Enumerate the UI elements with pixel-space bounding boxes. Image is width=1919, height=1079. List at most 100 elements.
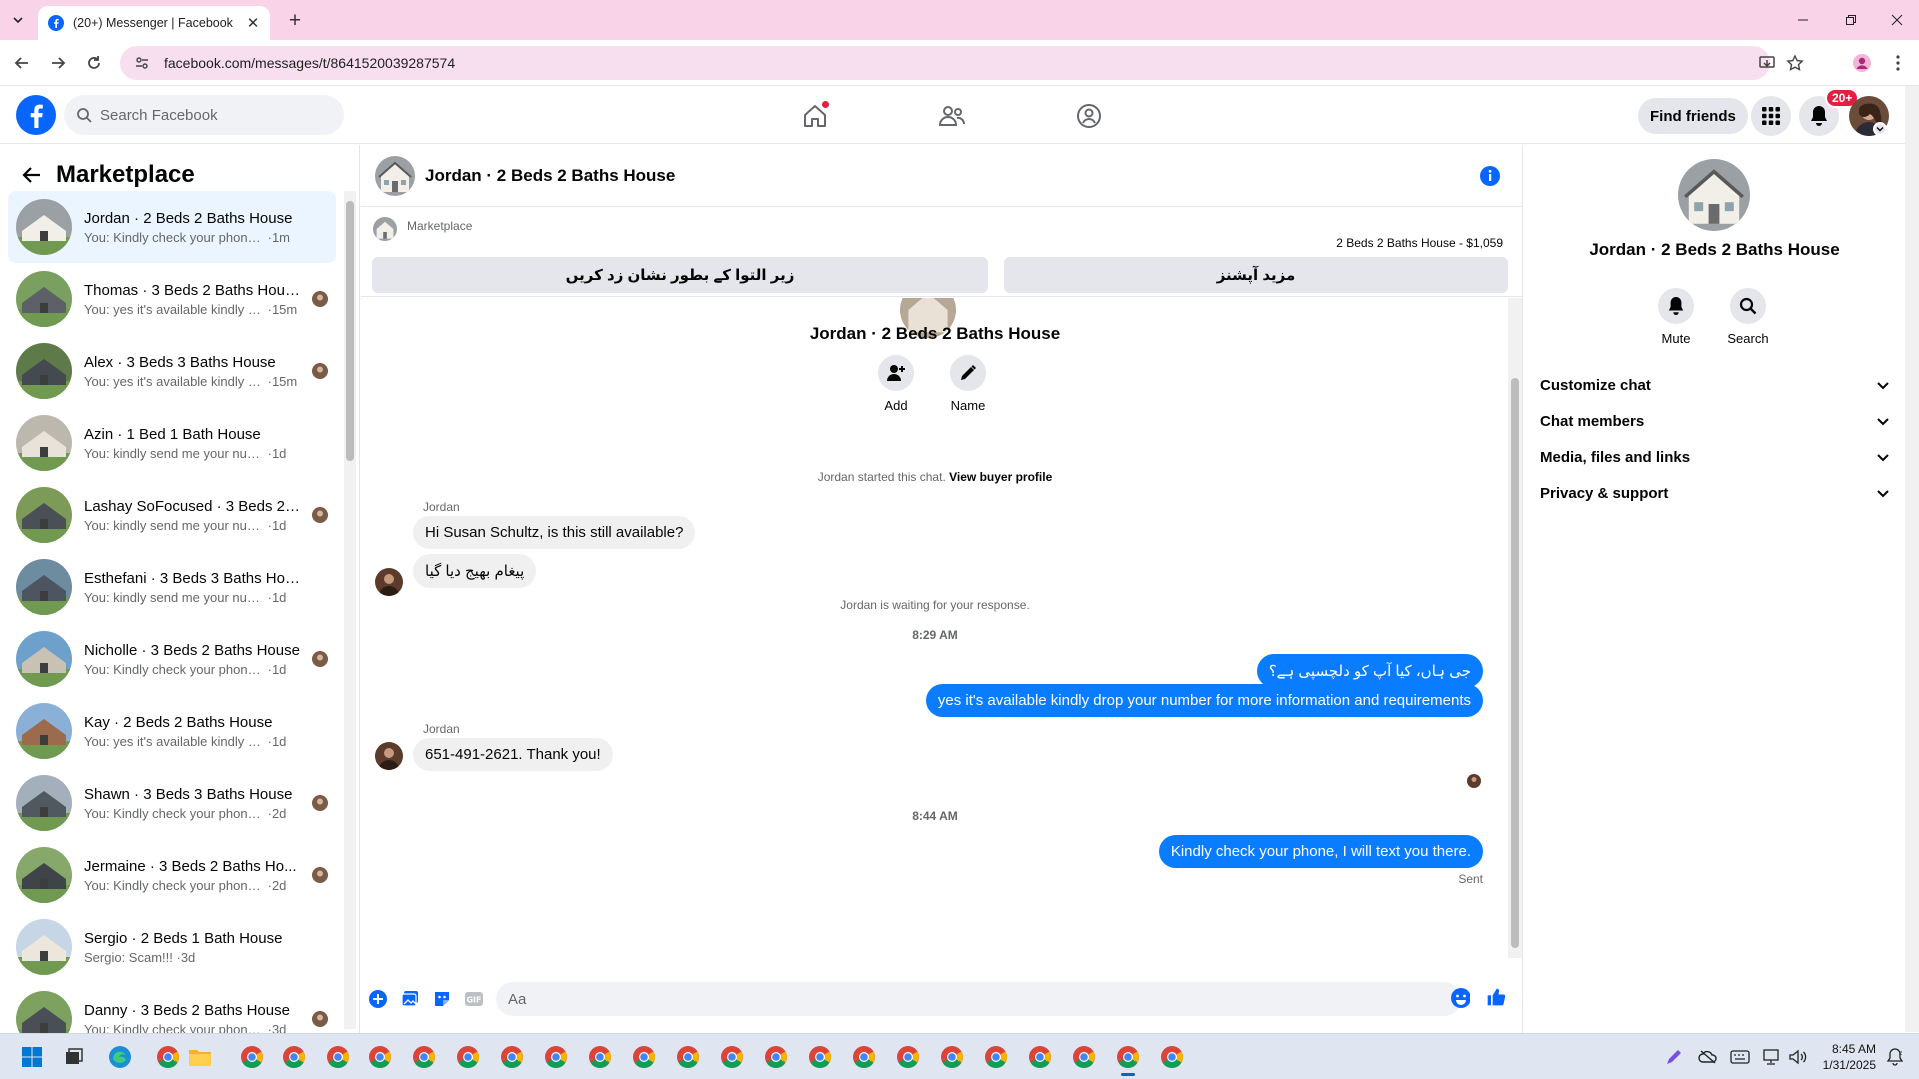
pen-icon[interactable] bbox=[1664, 1047, 1684, 1067]
chrome-window-app[interactable] bbox=[628, 1041, 660, 1073]
chrome-window-app[interactable] bbox=[452, 1041, 484, 1073]
chrome-window-app[interactable] bbox=[152, 1041, 184, 1073]
cloud-offline-icon[interactable] bbox=[1698, 1047, 1718, 1067]
task-view-button[interactable] bbox=[58, 1041, 90, 1073]
chrome-window-app[interactable] bbox=[540, 1041, 572, 1073]
conversation-item[interactable]: Sergio · 2 Beds 1 Bath House Sergio: Scam… bbox=[8, 911, 336, 983]
chrome-window-app[interactable] bbox=[804, 1041, 836, 1073]
mark-as-pending-button[interactable]: زیر التوا کے بطور نشان زد کریں bbox=[372, 257, 988, 293]
facebook-logo-icon[interactable] bbox=[16, 95, 56, 135]
add-people-action[interactable]: Add bbox=[866, 355, 926, 413]
conversation-item[interactable]: Esthefani · 3 Beds 3 Baths House You: kin… bbox=[8, 551, 336, 623]
conversation-info-icon[interactable] bbox=[1479, 165, 1501, 187]
close-window-icon[interactable] bbox=[1882, 8, 1912, 32]
chrome-window-app[interactable] bbox=[672, 1041, 704, 1073]
mute-action[interactable]: Mute bbox=[1646, 288, 1706, 346]
attach-photo-icon[interactable] bbox=[400, 989, 420, 1009]
keyboard-icon[interactable] bbox=[1730, 1047, 1750, 1067]
notification-center-icon[interactable]: z bbox=[1885, 1047, 1905, 1067]
chrome-window-app[interactable] bbox=[1024, 1041, 1056, 1073]
sender-avatar[interactable] bbox=[375, 742, 403, 770]
sticker-icon[interactable] bbox=[432, 989, 452, 1009]
back-arrow-icon[interactable] bbox=[16, 159, 48, 191]
incoming-message[interactable]: 651-491-2621. Thank you! bbox=[413, 738, 613, 771]
edge-app[interactable] bbox=[104, 1041, 136, 1073]
chrome-window-app[interactable] bbox=[1156, 1041, 1188, 1073]
chrome-window-app[interactable] bbox=[1112, 1041, 1144, 1076]
file-explorer-app[interactable] bbox=[184, 1041, 216, 1073]
chrome-window-app[interactable] bbox=[848, 1041, 880, 1073]
chat-avatar[interactable] bbox=[375, 155, 415, 196]
chrome-window-app[interactable] bbox=[364, 1041, 396, 1073]
account-caret[interactable] bbox=[1873, 122, 1887, 136]
chrome-window-app[interactable] bbox=[716, 1041, 748, 1073]
chat-title[interactable]: Jordan · 2 Beds 2 Baths House bbox=[425, 166, 675, 186]
outgoing-message[interactable]: Kindly check your phone, I will text you… bbox=[1158, 835, 1483, 868]
more-actions-icon[interactable] bbox=[368, 989, 388, 1009]
chrome-window-app[interactable] bbox=[408, 1041, 440, 1073]
nav-home[interactable] bbox=[797, 98, 833, 134]
conversation-item[interactable]: Thomas · 3 Beds 2 Baths House You: yes it… bbox=[8, 263, 336, 335]
chrome-window-app[interactable] bbox=[584, 1041, 616, 1073]
reload-icon[interactable] bbox=[82, 51, 106, 75]
chrome-window-app[interactable] bbox=[760, 1041, 792, 1073]
profile-icon[interactable] bbox=[1850, 51, 1874, 75]
chrome-window-app[interactable] bbox=[1068, 1041, 1100, 1073]
chat-members-section[interactable]: Chat members bbox=[1540, 403, 1890, 439]
browser-tab-messenger[interactable]: (20+) Messenger | Facebook ✕ bbox=[38, 6, 270, 40]
customize-chat-section[interactable]: Customize chat bbox=[1540, 367, 1890, 403]
search-in-chat-action[interactable]: Search bbox=[1718, 288, 1778, 346]
name-chat-action[interactable]: Name bbox=[938, 355, 998, 413]
install-app-icon[interactable] bbox=[1754, 50, 1780, 76]
forward-icon[interactable] bbox=[46, 51, 70, 75]
conversation-list-scrollbar[interactable] bbox=[344, 191, 356, 1029]
conversation-item[interactable]: Jordan · 2 Beds 2 Baths House You: Kindly… bbox=[8, 191, 336, 263]
message-input[interactable]: Aa bbox=[496, 982, 1461, 1016]
privacy-support-section[interactable]: Privacy & support bbox=[1540, 475, 1890, 511]
bookmark-star-icon[interactable] bbox=[1782, 50, 1808, 76]
address-bar[interactable]: facebook.com/messages/t/8641520039287574 bbox=[120, 46, 1804, 80]
conversation-item[interactable]: Lashay SoFocused · 3 Beds 2 ... You: kind… bbox=[8, 479, 336, 551]
conversation-item[interactable]: Alex · 3 Beds 3 Baths House You: yes it's… bbox=[8, 335, 336, 407]
restore-icon[interactable] bbox=[1836, 8, 1866, 32]
incoming-message[interactable]: Hi Susan Schultz, is this still availabl… bbox=[413, 516, 696, 549]
browser-menu-icon[interactable] bbox=[1886, 51, 1910, 75]
chrome-window-app[interactable] bbox=[322, 1041, 354, 1073]
conversation-item[interactable]: Danny · 3 Beds 2 Baths House You: Kindly … bbox=[8, 983, 336, 1033]
conversation-item[interactable]: Kay · 2 Beds 2 Baths House You: yes it's … bbox=[8, 695, 336, 767]
chrome-window-app[interactable] bbox=[496, 1041, 528, 1073]
conversation-item[interactable]: Jermaine · 3 Beds 2 Baths Ho... You: Kind… bbox=[8, 839, 336, 911]
nav-friends[interactable] bbox=[934, 98, 970, 134]
chrome-window-app[interactable] bbox=[892, 1041, 924, 1073]
listing-thumbnail[interactable] bbox=[373, 217, 397, 241]
site-settings-icon[interactable] bbox=[134, 55, 150, 71]
conversation-item[interactable]: Nicholle · 3 Beds 2 Baths House You: Kind… bbox=[8, 623, 336, 695]
media-files-links-section[interactable]: Media, files and links bbox=[1540, 439, 1890, 475]
chrome-window-app[interactable] bbox=[278, 1041, 310, 1073]
like-thumbs-up-icon[interactable] bbox=[1486, 987, 1506, 1007]
listing-price[interactable]: 2 Beds 2 Baths House - $1,059 bbox=[1336, 236, 1503, 250]
facebook-search-input[interactable]: Search Facebook bbox=[64, 95, 344, 135]
tab-search-button[interactable] bbox=[6, 8, 30, 32]
message-thread-scrollbar[interactable] bbox=[1508, 298, 1522, 958]
system-clock[interactable]: 8:45 AM 1/31/2025 bbox=[1816, 1041, 1876, 1073]
nav-groups[interactable] bbox=[1071, 98, 1107, 134]
chrome-window-app[interactable] bbox=[980, 1041, 1012, 1073]
minimize-icon[interactable] bbox=[1788, 8, 1818, 32]
find-friends-button[interactable]: Find friends bbox=[1638, 98, 1748, 134]
conversation-item[interactable]: Shawn · 3 Beds 3 Baths House You: Kindly … bbox=[8, 767, 336, 839]
outgoing-message[interactable]: جی ہاں، کیا آپ کو دلچسپی ہے؟ bbox=[1256, 654, 1483, 688]
close-tab-icon[interactable]: ✕ bbox=[244, 14, 262, 32]
chrome-window-app[interactable] bbox=[236, 1041, 268, 1073]
page-scrollbar[interactable] bbox=[1905, 86, 1919, 1032]
sender-avatar[interactable] bbox=[375, 568, 403, 596]
emoji-icon[interactable] bbox=[1450, 988, 1470, 1008]
network-icon[interactable] bbox=[1762, 1047, 1782, 1067]
incoming-message[interactable]: پیغام بھیج دیا گیا bbox=[413, 554, 537, 588]
gif-icon[interactable]: GIF bbox=[464, 989, 484, 1009]
new-tab-button[interactable]: + bbox=[282, 8, 308, 34]
chrome-window-app[interactable] bbox=[936, 1041, 968, 1073]
view-buyer-profile-link[interactable]: View buyer profile bbox=[949, 470, 1052, 484]
start-button[interactable] bbox=[16, 1041, 48, 1073]
details-avatar[interactable] bbox=[1678, 159, 1750, 231]
